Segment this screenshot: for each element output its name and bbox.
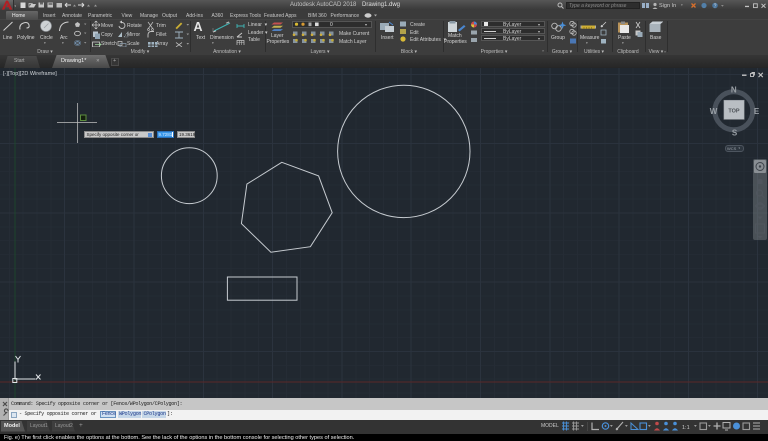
svg-text:1:1: 1:1 <box>682 425 690 431</box>
svg-text:W: W <box>710 107 718 116</box>
svg-text:TOP: TOP <box>728 109 740 115</box>
svg-text:?: ? <box>714 3 717 9</box>
svg-text:N: N <box>731 86 737 95</box>
svg-text:E: E <box>754 107 760 116</box>
svg-text:S: S <box>732 129 738 138</box>
